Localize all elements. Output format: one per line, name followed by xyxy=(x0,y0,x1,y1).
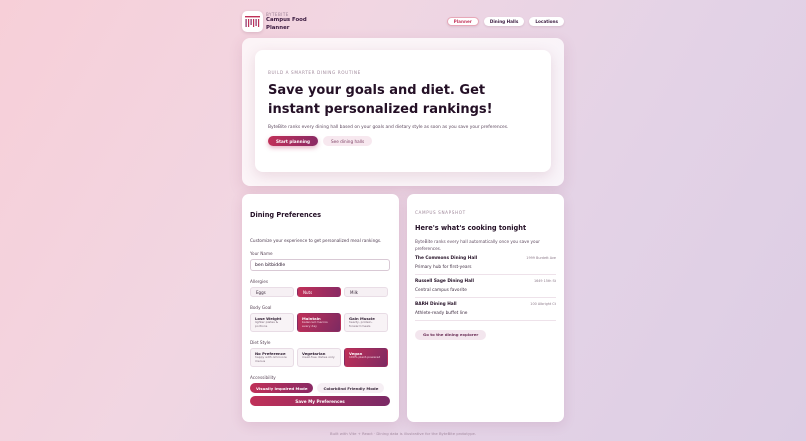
hall-address: 1999 Burdett Ave xyxy=(526,256,556,260)
diet-vegetarian[interactable]: Vegetarian meat-free dishes only xyxy=(297,348,341,367)
allergies-options: Eggs Nuts Milk xyxy=(250,287,391,297)
diet-style-label: Diet Style xyxy=(250,340,271,345)
diet-no-preference[interactable]: No Preference happy with omnivore menus xyxy=(250,348,294,367)
hero-actions: Start planning See dining halls xyxy=(268,136,538,146)
goal-desc: lighter plates & portions xyxy=(255,320,279,328)
snapshot-subtitle: ByteBite ranks every hall automatically … xyxy=(415,239,540,251)
allergy-milk[interactable]: Milk xyxy=(344,287,388,297)
goal-desc: balanced macros every day xyxy=(302,320,328,328)
name-label: Your Name xyxy=(250,251,273,256)
hero-card: BUILD A SMARTER DINING ROUTINE Save your… xyxy=(255,50,551,172)
hero-title: Save your goals and diet. Get instant pe… xyxy=(268,83,493,117)
hall-name: BARH Dining Hall xyxy=(415,302,457,307)
dining-explorer-button[interactable]: Go to the dining explorer xyxy=(415,329,487,340)
diet-desc: happy with omnivore menus xyxy=(255,355,287,363)
brand-title-line2: Planner xyxy=(266,24,290,31)
body-goal-options: Lose Weight lighter plates & portions Ma… xyxy=(250,313,391,332)
hall-item[interactable]: Russell Sage Dining Hall 1649 15th St Ce… xyxy=(415,275,556,298)
start-planning-button[interactable]: Start planning xyxy=(268,136,319,146)
nav-planner[interactable]: Planner xyxy=(446,17,479,26)
hall-item[interactable]: The Commons Dining Hall 1999 Burdett Ave… xyxy=(415,252,556,275)
save-preferences-button[interactable]: Save My Preferences xyxy=(250,396,390,406)
nav-dining-halls[interactable]: Dining Halls xyxy=(483,17,525,26)
goal-lose-weight[interactable]: Lose Weight lighter plates & portions xyxy=(250,313,294,332)
diet-vegan[interactable]: Vegan 100% plant-powered xyxy=(344,348,388,367)
allergy-eggs[interactable]: Eggs xyxy=(250,287,294,297)
colorblind-toggle[interactable]: Colorblind Friendly Mode xyxy=(317,383,385,393)
accessibility-options: Visually Impaired Mode Colorblind Friend… xyxy=(250,383,391,393)
diet-desc: meat-free dishes only xyxy=(302,355,335,359)
top-header: BYTEBITE Campus Food Planner Planner Din… xyxy=(242,11,564,33)
campus-snapshot-panel: CAMPUS SNAPSHOT Here's what's cooking to… xyxy=(407,194,564,422)
body-goal-label: Body Goal xyxy=(250,305,272,310)
preferences-title: Dining Preferences xyxy=(250,211,322,219)
goal-desc: hearty, protein-forward meals xyxy=(349,320,373,328)
goal-gain-muscle[interactable]: Gain Muscle hearty, protein-forward meal… xyxy=(344,313,388,332)
hall-item[interactable]: BARH Dining Hall 100 Albright Ct Athlete… xyxy=(415,298,556,321)
brand-title-line1: Campus Food xyxy=(266,17,307,23)
hall-desc: Central campus favorite xyxy=(415,288,467,293)
accessibility-label: Accessibility xyxy=(250,375,276,380)
allergy-nuts[interactable]: Nuts xyxy=(297,287,341,297)
hall-address: 1649 15th St xyxy=(533,279,556,283)
preferences-subtitle: Customize your experience to get persona… xyxy=(250,238,382,243)
snapshot-title: Here's what's cooking tonight xyxy=(415,224,527,232)
hall-name: The Commons Dining Hall xyxy=(415,256,478,261)
name-input[interactable]: ben bitbiddle xyxy=(250,259,390,271)
hero-subtitle: ByteBite ranks every dining hall based o… xyxy=(268,125,509,130)
visually-impaired-toggle[interactable]: Visually Impaired Mode xyxy=(250,383,314,393)
allergies-label: Allergies xyxy=(250,279,268,284)
goal-maintain[interactable]: Maintain balanced macros every day xyxy=(297,313,341,332)
hall-desc: Athlete-ready buffet line xyxy=(415,311,468,316)
diet-style-options: No Preference happy with omnivore menus … xyxy=(250,348,391,367)
dining-preferences-panel: Dining Preferences Customize your experi… xyxy=(242,194,399,422)
nav-locations[interactable]: Locations xyxy=(529,17,564,26)
brand-block: BYTEBITE Campus Food Planner xyxy=(266,12,307,32)
diet-desc: 100% plant-powered xyxy=(349,355,381,359)
main-nav: Planner Dining Halls Locations xyxy=(446,17,564,26)
bytebite-logo-icon[interactable] xyxy=(242,11,263,32)
see-dining-halls-button[interactable]: See dining halls xyxy=(323,136,373,146)
hall-name: Russell Sage Dining Hall xyxy=(415,279,474,284)
footer-text: Built with Vite + React · Dining data is… xyxy=(329,431,477,436)
hero-eyebrow: BUILD A SMARTER DINING ROUTINE xyxy=(268,70,361,75)
hall-desc: Primary hub for first-years xyxy=(415,265,472,270)
hall-address: 100 Albright Ct xyxy=(530,302,556,306)
snapshot-eyebrow: CAMPUS SNAPSHOT xyxy=(415,210,466,215)
